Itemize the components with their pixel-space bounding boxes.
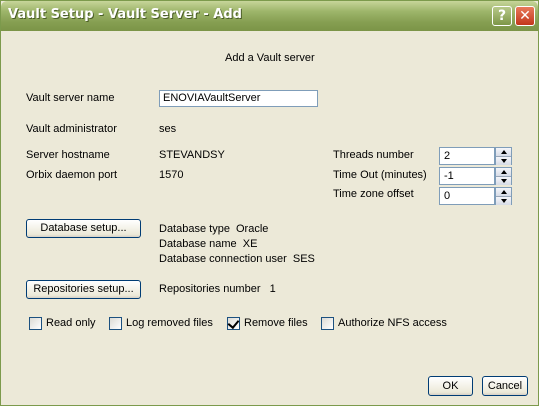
window-title: Vault Setup - Vault Server - Add [8, 7, 242, 22]
database-user-label: Database connection user [159, 253, 287, 265]
database-name: Database name XE [159, 238, 257, 250]
timeout-spinner[interactable] [495, 167, 512, 185]
spin-up-icon[interactable] [496, 168, 511, 177]
database-name-label: Database name [159, 238, 237, 250]
server-name-label: Vault server name [26, 92, 115, 104]
read-only-checkbox[interactable] [29, 317, 42, 330]
database-user: Database connection user SES [159, 253, 315, 265]
server-name-value: ENOVIAVaultServer [163, 92, 261, 104]
help-button[interactable]: ? [492, 6, 512, 26]
close-icon: ✕ [519, 8, 531, 24]
threads-label: Threads number [333, 149, 414, 161]
database-type-label: Database type [159, 223, 230, 235]
database-setup-button[interactable]: Database setup... [26, 219, 141, 238]
repositories-count: Repositories number 1 [159, 283, 276, 295]
database-type-value: Oracle [236, 223, 269, 235]
hostname-value: STEVANDSY [159, 149, 225, 161]
database-user-value: SES [292, 253, 315, 265]
server-name-input[interactable]: ENOVIAVaultServer [159, 90, 318, 107]
orbix-port-value: 1570 [159, 169, 184, 181]
authorize-nfs-checkbox[interactable] [321, 317, 334, 330]
timeout-input[interactable]: -1 [439, 167, 495, 185]
admin-label: Vault administrator [26, 123, 117, 135]
ok-button[interactable]: OK [428, 376, 473, 396]
repositories-count-label: Repositories number [159, 283, 261, 295]
spin-down-icon[interactable] [496, 177, 511, 185]
admin-value: ses [159, 123, 177, 135]
timezone-label: Time zone offset [333, 188, 414, 200]
checkmark-icon [227, 316, 240, 330]
spin-up-icon[interactable] [496, 148, 511, 157]
threads-input[interactable]: 2 [439, 147, 495, 165]
cancel-button[interactable]: Cancel [482, 376, 528, 396]
authorize-nfs-label[interactable]: Authorize NFS access [338, 317, 447, 329]
read-only-label[interactable]: Read only [46, 317, 96, 329]
vault-server-add-dialog: Vault Setup - Vault Server - Add ? ✕ Add… [0, 0, 539, 406]
close-button[interactable]: ✕ [515, 6, 535, 26]
database-name-value: XE [242, 238, 258, 250]
remove-files-checkbox[interactable] [227, 316, 240, 330]
log-removed-files-checkbox[interactable] [109, 317, 122, 330]
title-bar[interactable]: Vault Setup - Vault Server - Add ? ✕ [1, 1, 538, 31]
spin-down-icon[interactable] [496, 157, 511, 165]
threads-spinner[interactable] [495, 147, 512, 165]
timezone-spinner[interactable] [495, 187, 512, 205]
repositories-count-value: 1 [269, 283, 276, 295]
remove-files-label[interactable]: Remove files [244, 317, 308, 329]
database-type: Database type Oracle [159, 223, 268, 235]
spin-down-icon[interactable] [496, 197, 511, 205]
timezone-input[interactable]: 0 [439, 187, 495, 205]
log-removed-files-label[interactable]: Log removed files [126, 317, 213, 329]
orbix-port-label: Orbix daemon port [26, 169, 118, 181]
dialog-heading: Add a Vault server [225, 52, 315, 64]
hostname-label: Server hostname [26, 149, 110, 161]
timeout-label: Time Out (minutes) [333, 169, 427, 181]
spin-up-icon[interactable] [496, 188, 511, 197]
repositories-setup-button[interactable]: Repositories setup... [26, 280, 141, 299]
question-mark-icon: ? [497, 8, 507, 24]
